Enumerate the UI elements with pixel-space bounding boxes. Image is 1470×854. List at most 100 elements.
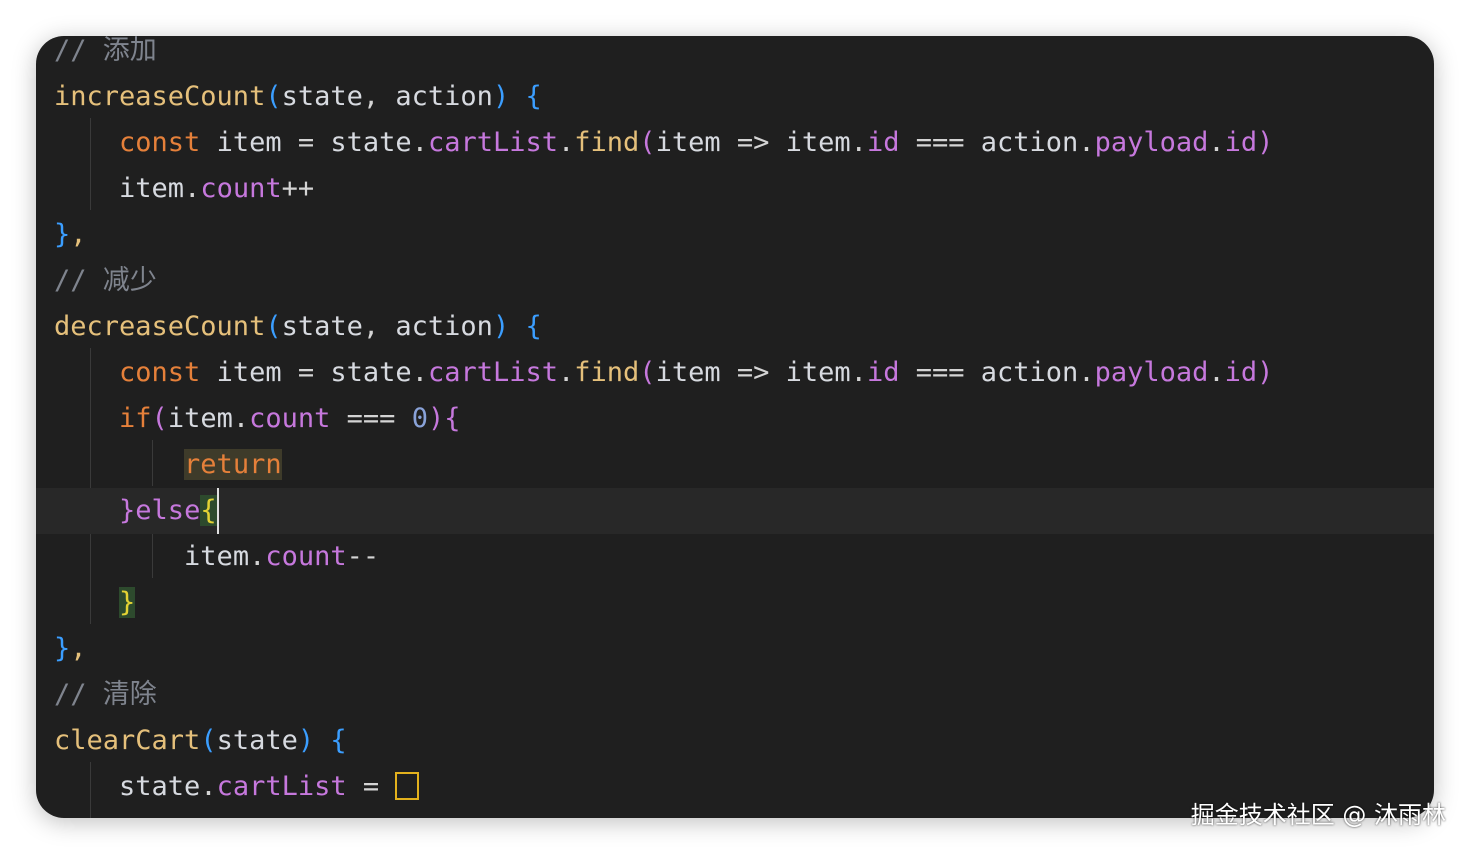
operator: === (915, 127, 965, 158)
operator: -- (346, 541, 380, 572)
bracket: { (525, 81, 542, 112)
punctuation (509, 311, 525, 342)
code-line[interactable]: // 清除 (36, 672, 1434, 718)
property: payload (1094, 127, 1209, 158)
code-line[interactable]: const item = state.cartList.find(item =>… (36, 120, 1434, 166)
variable: item (216, 127, 282, 158)
variable: action (980, 357, 1079, 388)
operator: === (915, 357, 965, 388)
variable: item (655, 127, 721, 158)
punctuation: . (1078, 357, 1095, 388)
punctuation: . (411, 127, 428, 158)
text-cursor: ​ (216, 488, 219, 534)
variable: state (330, 357, 412, 388)
bracket: } (119, 495, 136, 526)
bracket: ) (1257, 127, 1274, 158)
code-line[interactable]: increaseCount(state, action) { (36, 74, 1434, 120)
bracket: ( (639, 127, 656, 158)
bracket: ) (297, 725, 315, 756)
bracket-matched: { (200, 495, 217, 526)
keyword-highlighted: return (184, 449, 282, 480)
bracket: { (525, 311, 542, 342)
punctuation: . (1208, 127, 1225, 158)
punctuation: . (200, 771, 217, 802)
bracket: ) (427, 403, 445, 434)
variable: item (655, 357, 721, 388)
keyword: const (119, 357, 201, 388)
punctuation: . (249, 541, 266, 572)
bracket: ) (492, 311, 510, 342)
code-line[interactable]: }, (36, 212, 1434, 258)
code-line[interactable]: item.count++ (36, 166, 1434, 212)
punctuation: . (1208, 357, 1225, 388)
code-line[interactable]: // 添加 (36, 36, 1434, 74)
bracket: { (330, 725, 347, 756)
param: action (395, 311, 493, 342)
punctuation: . (184, 173, 201, 204)
bracket-matched: } (119, 587, 136, 618)
code-line[interactable]: decreaseCount(state, action) { (36, 304, 1434, 350)
property: id (1224, 127, 1258, 158)
code-line[interactable]: return (36, 442, 1434, 488)
bracket: ( (639, 357, 656, 388)
operator: = (297, 357, 315, 388)
operator: => (736, 127, 770, 158)
comment: // 减少 (54, 265, 157, 296)
punctuation: . (558, 127, 575, 158)
property: cartList (427, 357, 558, 388)
property: cartList (427, 127, 558, 158)
punctuation: , (70, 219, 87, 250)
variable: action (980, 127, 1079, 158)
function-name: increaseCount (54, 81, 266, 112)
code-editor-window: // 添加 increaseCount(state, action) { con… (36, 36, 1434, 818)
bracket: { (444, 403, 461, 434)
bracket: } (54, 219, 71, 250)
function-name: decreaseCount (54, 311, 266, 342)
comment: // 清除 (54, 679, 157, 710)
operator: ++ (281, 173, 315, 204)
property: id (866, 357, 900, 388)
keyword: else (135, 495, 201, 526)
variable: item (785, 127, 851, 158)
property: id (866, 127, 900, 158)
punctuation: , (362, 81, 396, 112)
operator: => (736, 357, 770, 388)
variable: state (330, 127, 412, 158)
keyword: const (119, 127, 201, 158)
property: cartList (216, 771, 347, 802)
punctuation: . (850, 127, 867, 158)
comment: // 添加 (54, 36, 157, 66)
code-line[interactable]: clearCart(state) { (36, 718, 1434, 764)
bracket: ) (492, 81, 510, 112)
code-line[interactable]: }, (36, 626, 1434, 672)
bracket: ( (200, 725, 217, 756)
bracket: } (54, 633, 71, 664)
punctuation (509, 81, 525, 112)
variable: item (184, 541, 250, 572)
punctuation: . (1078, 127, 1095, 158)
code-line[interactable]: const item = state.cartList.find(item =>… (36, 350, 1434, 396)
param: action (395, 81, 493, 112)
operator: === (346, 403, 396, 434)
property: count (249, 403, 331, 434)
code-line-current[interactable]: }else{​ (36, 488, 1434, 534)
variable: item (167, 403, 233, 434)
punctuation (314, 725, 330, 756)
watermark: 掘金技术社区 @ 沐雨林 (1190, 801, 1446, 829)
variable: item (119, 173, 185, 204)
code-line[interactable]: if(item.count === 0){ (36, 396, 1434, 442)
function-name: find (574, 127, 640, 158)
code-line[interactable]: } (36, 580, 1434, 626)
code-line[interactable]: // 减少 (36, 258, 1434, 304)
number: 0 (411, 403, 428, 434)
bracket: ( (265, 81, 282, 112)
punctuation: . (558, 357, 575, 388)
punctuation: , (362, 311, 396, 342)
param: state (216, 725, 298, 756)
property: payload (1094, 357, 1209, 388)
bracket: ) (1257, 357, 1274, 388)
punctuation: . (232, 403, 250, 434)
operator: = (297, 127, 315, 158)
code-line[interactable]: item.count-- (36, 534, 1434, 580)
variable: state (119, 771, 201, 802)
